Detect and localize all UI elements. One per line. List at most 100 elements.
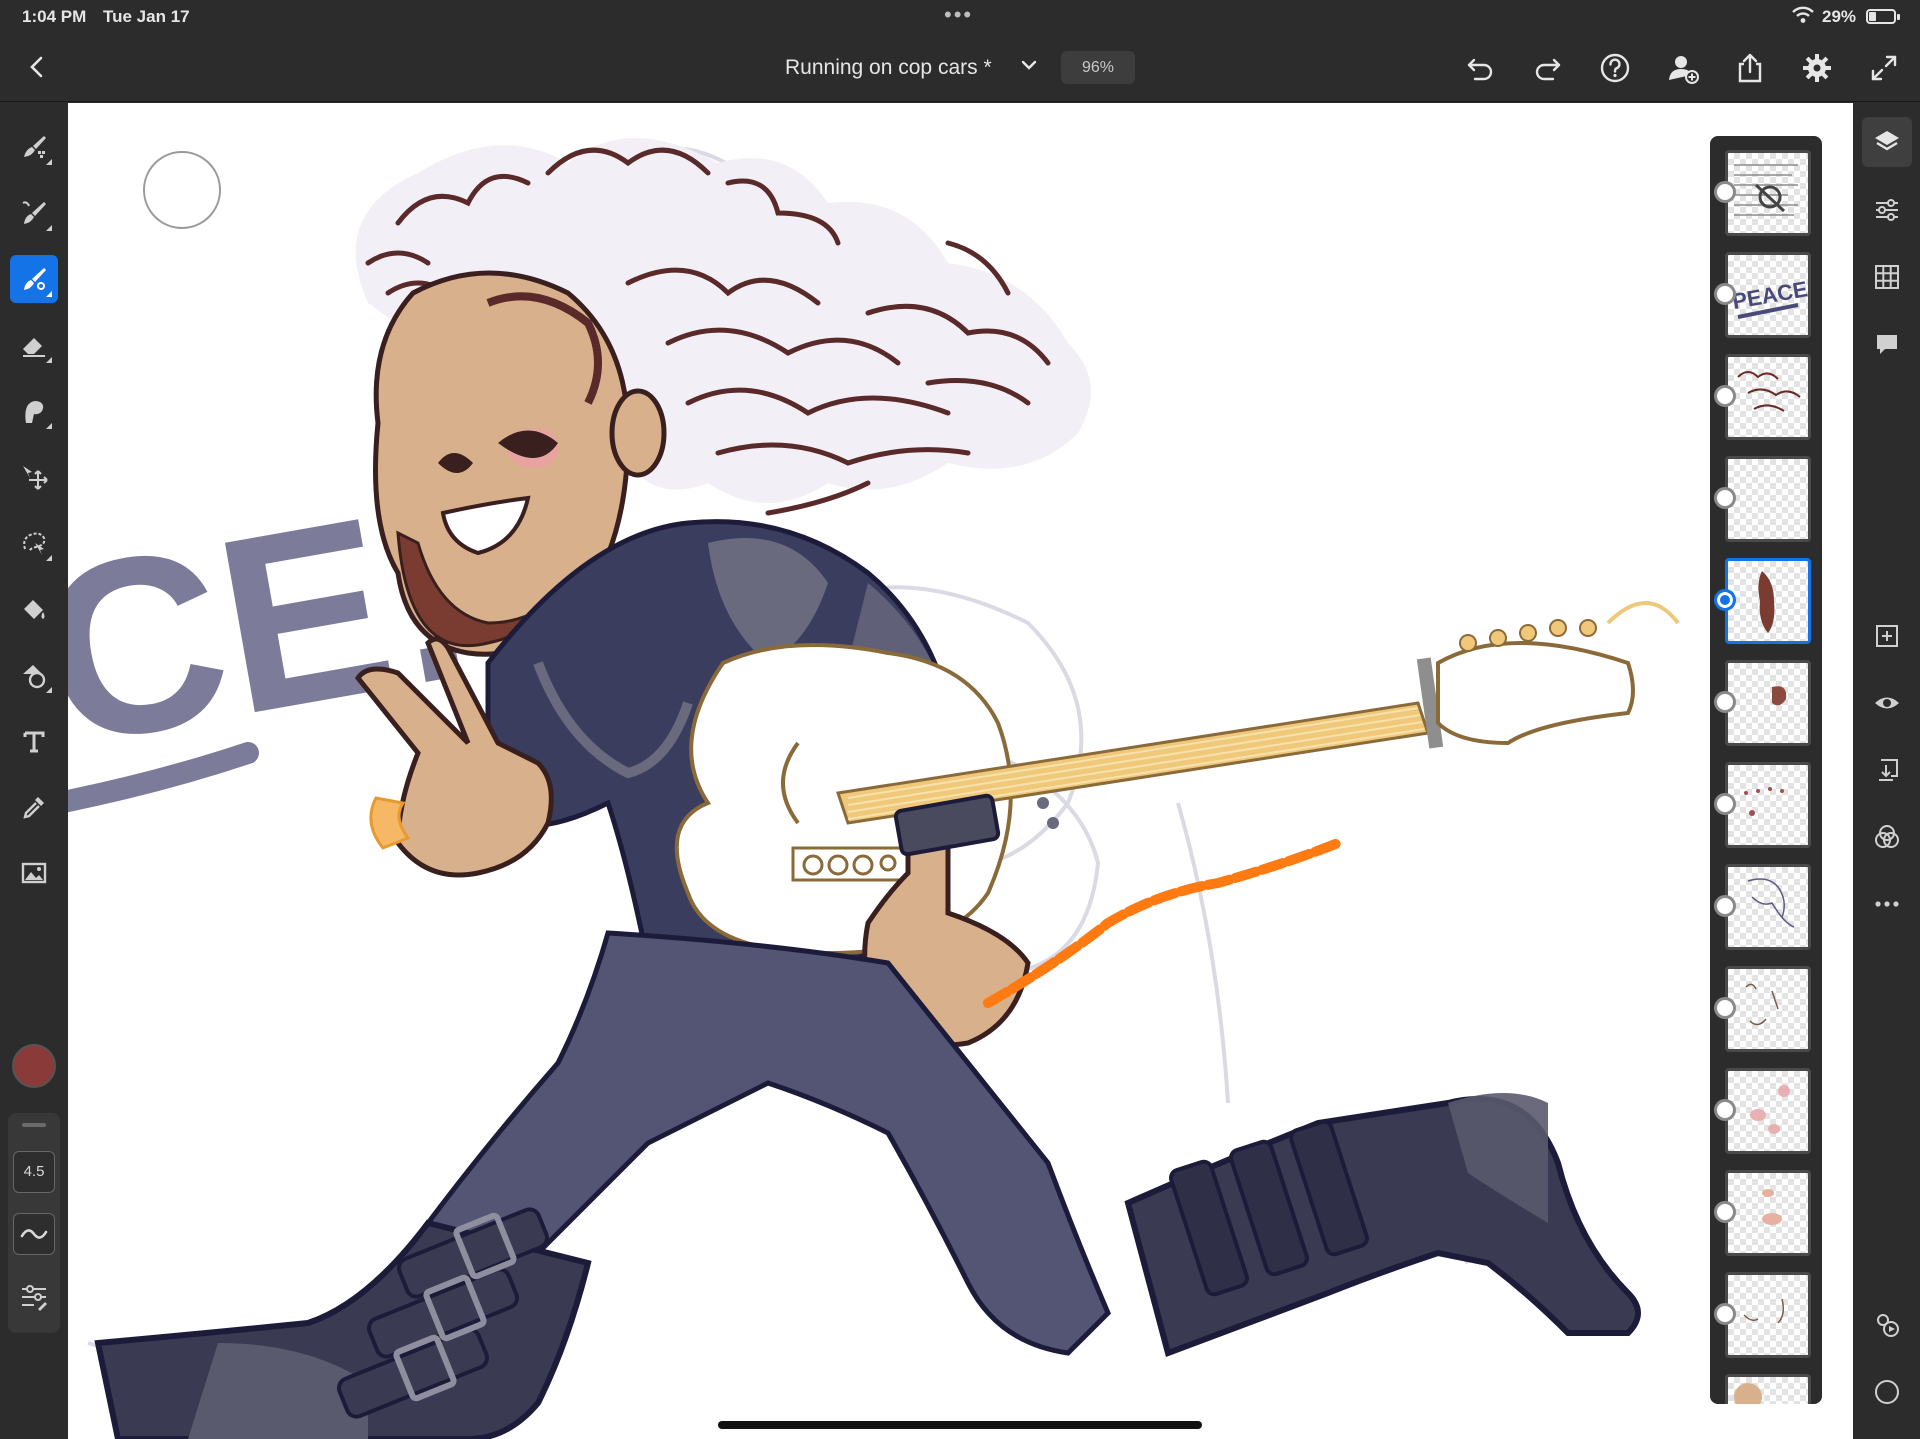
comments-button[interactable] xyxy=(1862,319,1912,369)
battery-percent: 29% xyxy=(1822,7,1857,26)
text-tool[interactable] xyxy=(10,717,58,765)
layer-visibility-dot-2[interactable] xyxy=(1714,283,1736,305)
blend-modes-button[interactable] xyxy=(1862,812,1912,862)
eyedropper-tool[interactable] xyxy=(10,783,58,831)
status-bar: 1:04 PM Tue Jan 17 ••• 29% xyxy=(0,0,1920,34)
layer-thumbnail-9[interactable] xyxy=(1725,966,1811,1052)
layer-thumbnail-1[interactable] xyxy=(1725,150,1811,236)
layer-thumbnail-7[interactable] xyxy=(1725,762,1811,848)
layer-thumbnail-6[interactable] xyxy=(1725,660,1811,746)
brush-size-control[interactable]: 4.5 xyxy=(13,1151,55,1193)
brush-settings-icon[interactable] xyxy=(18,1281,50,1313)
layer-visibility-dot-12[interactable] xyxy=(1714,1303,1736,1325)
pixel-brush-tool[interactable] xyxy=(10,123,58,171)
layer-thumbnail-4[interactable] xyxy=(1725,456,1811,542)
layer-thumbnail-10[interactable] xyxy=(1725,1068,1811,1154)
layer-visibility-dot-9[interactable] xyxy=(1714,997,1736,1019)
artwork[interactable]: CE! xyxy=(68,103,1853,1439)
adjustments-icon xyxy=(1876,199,1898,221)
layer-visibility-dot-3[interactable] xyxy=(1714,385,1736,407)
image-tool[interactable] xyxy=(10,849,58,897)
live-brush-tool[interactable] xyxy=(10,189,58,237)
record-button[interactable] xyxy=(1862,1367,1912,1417)
layer-visibility-dot-5[interactable] xyxy=(1714,589,1736,611)
live-brush-icon xyxy=(22,201,46,224)
livestream-button[interactable] xyxy=(1862,1300,1912,1350)
layer-thumbnail-12[interactable] xyxy=(1725,1272,1811,1358)
document-title[interactable]: Running on cop cars * xyxy=(785,56,992,80)
title-dropdown-chevron-icon[interactable] xyxy=(1016,52,1042,78)
top-toolbar: Running on cop cars * 96% xyxy=(0,34,1920,102)
layer-thumbnail-5[interactable] xyxy=(1725,558,1811,644)
layer-thumbnail-8[interactable] xyxy=(1725,864,1811,950)
livestream-icon xyxy=(1877,1314,1899,1337)
undo-icon[interactable] xyxy=(1463,51,1497,85)
status-time: 1:04 PM xyxy=(22,7,87,26)
merge-down-button[interactable] xyxy=(1862,745,1912,795)
shapes-icon xyxy=(23,665,46,689)
battery-icon xyxy=(1866,9,1900,24)
flow-curve-icon[interactable] xyxy=(13,1213,55,1255)
shape-tool[interactable] xyxy=(10,651,58,699)
drawing-canvas[interactable]: CE! xyxy=(68,103,1853,1439)
right-boot xyxy=(1124,1093,1641,1357)
layer-visibility-dot-4[interactable] xyxy=(1714,487,1736,509)
layer-visibility-dot-11[interactable] xyxy=(1714,1201,1736,1223)
blend-modes-icon xyxy=(1875,825,1899,848)
layer-thumbnail-3[interactable] xyxy=(1725,354,1811,440)
pixel-brush-icon xyxy=(24,136,46,158)
layer-visibility-dot-10[interactable] xyxy=(1714,1099,1736,1121)
merge-down-icon xyxy=(1879,759,1898,781)
add-layer-icon xyxy=(1876,625,1898,647)
grid-icon xyxy=(1875,265,1899,289)
fullscreen-icon[interactable] xyxy=(1867,51,1901,85)
selection-tool[interactable] xyxy=(10,519,58,567)
settings-gear-icon[interactable] xyxy=(1800,51,1834,85)
layer-thumbnail-13[interactable] xyxy=(1725,1374,1811,1404)
vector-brush-icon xyxy=(24,268,46,290)
multitask-dots[interactable]: ••• xyxy=(944,2,973,28)
eraser-tool[interactable] xyxy=(10,321,58,369)
layers-button[interactable] xyxy=(1862,117,1912,167)
help-icon[interactable] xyxy=(1598,51,1632,85)
grid-button[interactable] xyxy=(1862,252,1912,302)
lasso-icon xyxy=(23,532,46,555)
text-icon xyxy=(23,731,45,753)
redo-icon[interactable] xyxy=(1531,51,1565,85)
layer-visibility-dot-1[interactable] xyxy=(1714,181,1736,203)
layer-visibility-dot-6[interactable] xyxy=(1714,691,1736,713)
svg-text:PEACE!: PEACE! xyxy=(1730,275,1808,314)
layer-thumbnail-2[interactable]: PEACE! xyxy=(1725,252,1811,338)
paint-bucket-icon xyxy=(24,600,45,619)
wifi-icon xyxy=(1792,6,1814,29)
move-tool[interactable] xyxy=(10,453,58,501)
panel-grip[interactable] xyxy=(22,1123,46,1127)
comments-icon xyxy=(1877,335,1897,354)
eraser-icon xyxy=(23,338,45,357)
adjustments-button[interactable] xyxy=(1862,185,1912,235)
invite-user-icon[interactable] xyxy=(1666,51,1700,85)
visibility-button[interactable] xyxy=(1862,678,1912,728)
layer-thumbnail-11[interactable] xyxy=(1725,1170,1811,1256)
layer-visibility-dot-7[interactable] xyxy=(1714,793,1736,815)
vector-brush-tool[interactable] xyxy=(10,255,58,303)
image-icon xyxy=(21,862,47,884)
home-indicator[interactable] xyxy=(718,1421,1202,1429)
fill-tool[interactable] xyxy=(10,585,58,633)
guitar xyxy=(674,601,1680,956)
left-toolbar: 4.5 xyxy=(0,103,68,1439)
brush-settings-panel: 4.5 xyxy=(8,1113,60,1333)
eyedropper-icon xyxy=(23,797,44,819)
smudge-tool[interactable] xyxy=(10,387,58,435)
more-options-icon xyxy=(1875,901,1899,907)
current-color-swatch[interactable] xyxy=(12,1044,56,1088)
share-icon[interactable] xyxy=(1733,51,1767,85)
smudge-icon xyxy=(25,401,44,423)
chain xyxy=(983,838,1343,1008)
back-chevron-icon[interactable] xyxy=(22,52,52,82)
more-options-button[interactable] xyxy=(1862,879,1912,929)
layer-visibility-dot-8[interactable] xyxy=(1714,895,1736,917)
add-layer-button[interactable] xyxy=(1862,611,1912,661)
brush-size-cursor xyxy=(143,151,221,229)
zoom-level[interactable]: 96% xyxy=(1061,51,1135,84)
